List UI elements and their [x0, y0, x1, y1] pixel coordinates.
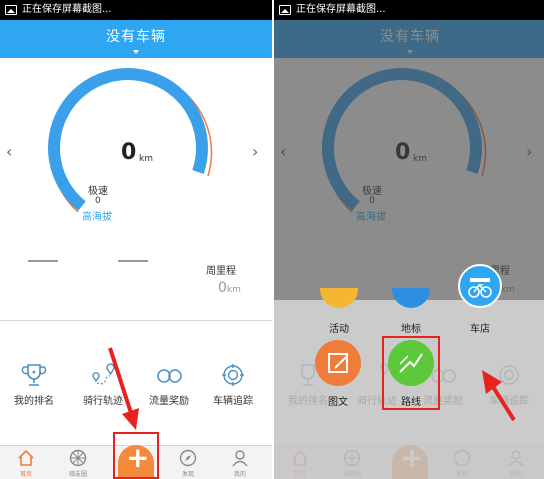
speed-unit: km — [139, 154, 153, 164]
menu-post-button[interactable] — [315, 340, 361, 386]
nav-label: 首页 — [19, 471, 32, 478]
flow-reward-icon — [157, 369, 182, 383]
home-icon — [18, 449, 34, 466]
weekly-mileage-label: 周里程 — [206, 266, 236, 277]
nav-label: 发现 — [181, 471, 194, 478]
status-bar: 正在保存屏幕截图... — [0, 0, 272, 20]
stat-placeholder — [28, 260, 58, 262]
screenshot-icon — [279, 5, 291, 15]
feature-label: 骑行轨迹 — [83, 396, 123, 407]
feature-label: 流量奖励 — [149, 396, 189, 407]
feature-vehicle-track[interactable]: 车辆追踪 — [202, 362, 264, 407]
menu-landmark-label: 地标 — [401, 324, 421, 335]
nav-mine[interactable]: 我的 — [220, 448, 260, 478]
weekly-mileage-value: 0km — [218, 280, 241, 296]
person-icon — [232, 450, 248, 467]
highlight-box — [113, 432, 159, 479]
weekly-value-unit: km — [226, 285, 241, 295]
nav-label: 骑友圈 — [68, 471, 87, 478]
weekly-value-number: 0 — [218, 280, 227, 296]
svg-text:★: ★ — [31, 369, 36, 376]
caret-down-icon — [133, 50, 139, 54]
trophy-icon: ★ — [21, 364, 47, 386]
max-speed-value: 0 — [95, 196, 101, 206]
screenshot-right: 正在保存屏幕截图... 没有车辆 ‹ › 0 km 极速 0 高海拔 周里程 0… — [274, 0, 544, 479]
next-arrow-icon[interactable]: › — [252, 142, 258, 161]
nav-discover[interactable]: 发现 — [168, 448, 208, 478]
feature-my-ranking[interactable]: ★ 我的排名 — [3, 362, 65, 407]
feature-ride-track[interactable]: 骑行轨迹 — [72, 362, 134, 407]
feature-label: 我的排名 — [14, 396, 54, 407]
status-text: 正在保存屏幕截图... — [296, 4, 386, 15]
menu-post-label: 图文 — [328, 397, 348, 408]
max-speed-label: 极速 — [88, 186, 108, 197]
route-pins-icon — [92, 363, 115, 385]
status-text: 正在保存屏幕截图... — [22, 4, 112, 15]
bike-shop-icon — [468, 278, 492, 298]
speed-value: 0 — [121, 140, 137, 165]
menu-bike-shop-label: 车店 — [470, 324, 490, 335]
vehicle-track-icon — [222, 364, 244, 386]
wheel-icon — [69, 449, 87, 467]
edit-icon — [328, 353, 348, 373]
feature-flow-reward[interactable]: 流量奖励 — [138, 362, 200, 407]
nav-label: 我的 — [233, 471, 246, 478]
prev-arrow-icon[interactable]: ‹ — [6, 142, 12, 161]
screenshot-left: 正在保存屏幕截图... 没有车辆 ‹ › 0 km 极速 0 高海拔 周里程 0… — [0, 0, 272, 479]
stat-placeholder — [118, 260, 148, 262]
status-bar: 正在保存屏幕截图... — [274, 0, 544, 20]
screenshot-icon — [5, 5, 17, 15]
compass-icon — [179, 449, 197, 467]
menu-bike-shop-button[interactable] — [458, 264, 502, 308]
vehicle-selector[interactable]: 没有车辆 — [0, 20, 272, 58]
nav-riders[interactable]: 骑友圈 — [58, 448, 98, 478]
nav-home[interactable]: 首页 — [6, 448, 46, 478]
highlight-box — [382, 336, 440, 410]
menu-activity-label: 活动 — [329, 324, 349, 335]
altitude-label: 高海拔 — [82, 212, 112, 223]
feature-label: 车辆追踪 — [213, 396, 253, 407]
divider — [0, 320, 272, 321]
header-title: 没有车辆 — [106, 29, 166, 45]
